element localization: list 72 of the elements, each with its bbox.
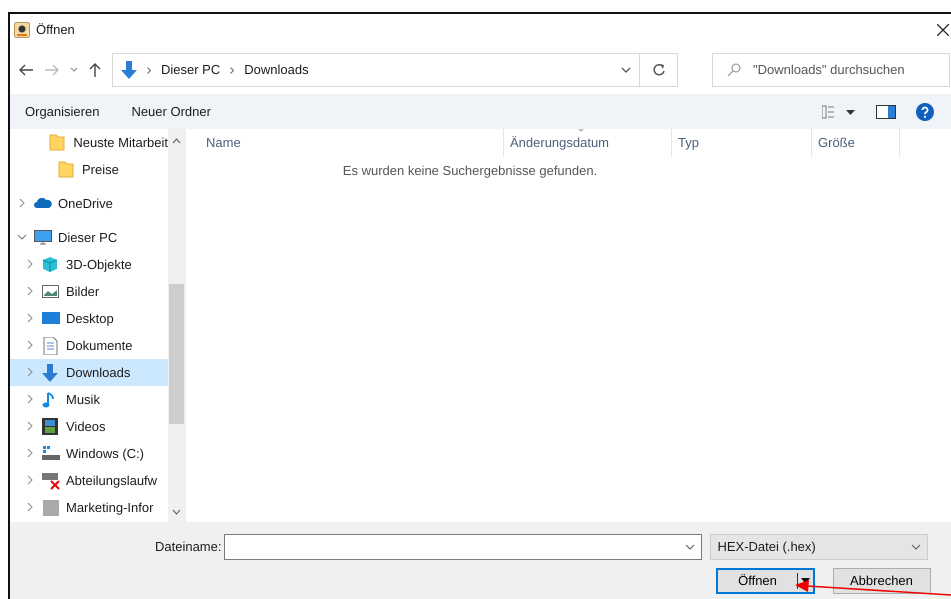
chevron-down-icon[interactable] bbox=[621, 67, 631, 73]
split-button[interactable]: Öffnen bbox=[716, 568, 815, 594]
folder-icon bbox=[49, 134, 68, 152]
scrollbar[interactable] bbox=[168, 129, 185, 522]
column-header[interactable]: Größe bbox=[812, 129, 900, 157]
tree-item[interactable]: Preise bbox=[10, 156, 168, 183]
tree-item[interactable]: Videos bbox=[10, 413, 168, 440]
chevron-right-icon bbox=[147, 66, 151, 74]
refresh-icon[interactable] bbox=[652, 63, 666, 77]
chevron-right-icon bbox=[230, 66, 234, 74]
pictures-icon bbox=[42, 282, 60, 300]
up-icon[interactable] bbox=[88, 62, 102, 78]
window-title: Öffnen bbox=[36, 21, 75, 40]
chevron-right-icon[interactable] bbox=[25, 421, 35, 432]
chevron-down-icon[interactable] bbox=[911, 544, 922, 550]
column-header[interactable]: Änderungsdatum bbox=[504, 129, 672, 157]
column-header[interactable]: Typ bbox=[672, 129, 812, 157]
cube-icon bbox=[42, 256, 60, 274]
view-options-icon[interactable] bbox=[822, 104, 856, 118]
chevron-right-icon[interactable] bbox=[17, 198, 27, 208]
tree-item[interactable]: Neuste Mitarbeit bbox=[10, 129, 168, 156]
app-icon bbox=[14, 22, 30, 38]
breadcrumb[interactable]: Dieser PC bbox=[161, 60, 220, 80]
search-field[interactable]: "Downloads" durchsuchen bbox=[712, 53, 950, 87]
chevron-right-icon[interactable] bbox=[25, 313, 35, 324]
chevron-right-icon[interactable] bbox=[25, 448, 35, 458]
tree-item[interactable]: Downloads bbox=[10, 359, 168, 386]
tree-item[interactable]: Bilder bbox=[10, 278, 168, 305]
filename-field[interactable] bbox=[224, 534, 702, 560]
video-icon bbox=[42, 418, 60, 436]
preview-pane-icon[interactable] bbox=[876, 104, 896, 118]
scroll-thumb[interactable] bbox=[169, 284, 184, 424]
tree-item[interactable]: OneDrive bbox=[10, 190, 168, 217]
chevron-right-icon[interactable] bbox=[25, 286, 35, 296]
filetype-dropdown[interactable]: HEX-Datei (.hex) bbox=[710, 534, 928, 560]
chevron-right-icon[interactable] bbox=[25, 367, 35, 378]
empty-message: Es wurden keine Suchergebnisse gefunden. bbox=[342, 162, 598, 180]
tree-item[interactable]: Musik bbox=[10, 386, 168, 413]
chevron-down-icon[interactable] bbox=[70, 67, 78, 73]
close-icon[interactable] bbox=[937, 24, 949, 36]
filename-label: Dateiname: bbox=[155, 538, 222, 556]
search-icon bbox=[727, 63, 741, 77]
chevron-down-icon[interactable] bbox=[685, 544, 696, 550]
scroll-down-icon[interactable] bbox=[172, 509, 181, 515]
chevron-right-icon[interactable] bbox=[25, 475, 35, 486]
chevron-right-icon[interactable] bbox=[25, 502, 35, 512]
pc-icon bbox=[34, 228, 52, 246]
back-icon[interactable] bbox=[18, 63, 34, 77]
drive-icon bbox=[42, 444, 60, 462]
cancel-button[interactable]: Abbrechen bbox=[833, 568, 931, 594]
download-arrow-icon bbox=[121, 61, 137, 79]
tree-item[interactable]: Abteilungslaufw bbox=[10, 467, 168, 494]
chevron-right-icon[interactable] bbox=[25, 394, 35, 404]
new-folder-button[interactable]: Neuer Ordner bbox=[131, 102, 211, 122]
address-bar[interactable]: Dieser PC Downloads bbox=[112, 53, 640, 87]
scroll-up-icon[interactable] bbox=[172, 138, 181, 144]
tree-item[interactable]: Marketing-Infor bbox=[10, 494, 168, 521]
tree-item[interactable]: Windows (C:) bbox=[10, 440, 168, 467]
tree-item[interactable]: Dieser PC bbox=[10, 224, 168, 251]
folder-icon bbox=[58, 160, 76, 178]
help-icon[interactable] bbox=[916, 102, 934, 120]
tree-item[interactable]: Desktop bbox=[10, 305, 168, 332]
chevron-right-icon[interactable] bbox=[25, 259, 35, 270]
organize-menu[interactable]: Organisieren bbox=[25, 102, 100, 122]
tree-item[interactable]: Dokumente bbox=[10, 332, 168, 359]
column-header[interactable]: Name bbox=[200, 129, 504, 157]
documents-icon bbox=[42, 336, 60, 354]
tree-item[interactable]: 3D-Objekte bbox=[10, 251, 168, 278]
chevron-down-icon[interactable] bbox=[17, 232, 27, 242]
download-icon bbox=[42, 364, 60, 382]
breadcrumb[interactable]: Downloads bbox=[244, 60, 309, 80]
chevron-right-icon[interactable] bbox=[25, 340, 35, 350]
